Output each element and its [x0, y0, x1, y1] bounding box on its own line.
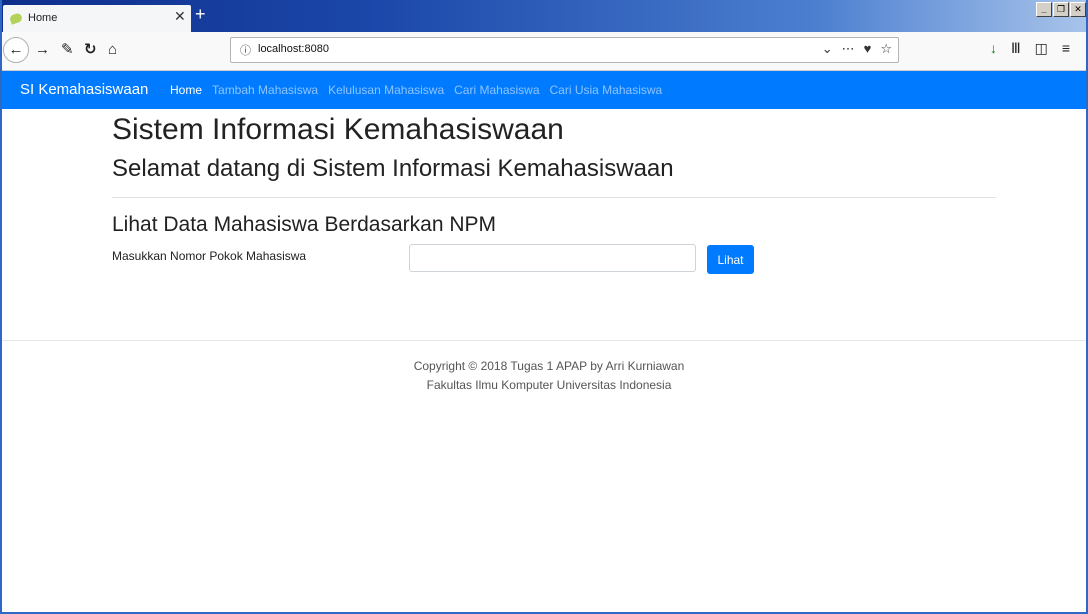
info-icon[interactable]: ⓘ [240, 42, 251, 58]
footer: Copyright © 2018 Tugas 1 APAP by Arri Ku… [2, 357, 1088, 395]
close-tab-icon[interactable]: ✕ [174, 8, 186, 25]
footer-divider [2, 340, 1086, 341]
nav-link-tambah-mahasiswa[interactable]: Tambah Mahasiswa [212, 83, 318, 97]
site-navbar: SI Kemahasiswaan Home Tambah Mahasiswa K… [2, 71, 1086, 109]
footer-copyright: Copyright © 2018 Tugas 1 APAP by Arri Ku… [413, 359, 685, 373]
page-title: Sistem Informasi Kemahasiswaan [112, 113, 564, 146]
nav-link-kelulusan-mahasiswa[interactable]: Kelulusan Mahasiswa [328, 83, 444, 97]
url-text[interactable]: localhost:8080 [258, 43, 329, 55]
new-tab-icon[interactable]: + [195, 4, 206, 25]
browser-toolbar: ← → ✎ ↻ ⌂ ⓘ localhost:8080 ⌄ ⋯ ♥ ☆ ↓ Ⅲ ◫… [2, 32, 1086, 71]
url-actions: ⌄ ⋯ ♥ ☆ [822, 41, 892, 57]
nav-link-cari-mahasiswa[interactable]: Cari Mahasiswa [454, 83, 539, 97]
wrench-icon[interactable]: ✎ [61, 40, 74, 60]
library-icon[interactable]: Ⅲ [1011, 40, 1021, 57]
forward-arrow-icon[interactable]: → [35, 40, 50, 60]
footer-faculty: Fakultas Ilmu Komputer Universitas Indon… [426, 378, 672, 392]
window-controls: _ ❐ ✕ [1036, 2, 1086, 17]
nav-link-home[interactable]: Home [170, 83, 202, 97]
nav-link-cari-usia-mahasiswa[interactable]: Cari Usia Mahasiswa [550, 83, 663, 97]
restore-icon[interactable]: ❐ [1053, 2, 1069, 17]
url-bar[interactable]: ⓘ localhost:8080 ⌄ ⋯ ♥ ☆ [230, 37, 899, 63]
chevron-down-icon[interactable]: ⌄ [822, 41, 833, 57]
divider [112, 197, 996, 198]
navbar-brand[interactable]: SI Kemahasiswaan [20, 81, 148, 98]
home-icon[interactable]: ⌂ [108, 40, 117, 60]
npm-input[interactable] [409, 244, 696, 272]
nav-links: Home Tambah Mahasiswa Kelulusan Mahasisw… [170, 83, 662, 97]
window-frame-left [0, 0, 2, 614]
back-arrow-icon[interactable]: ← [3, 37, 29, 63]
page-subtitle: Selamat datang di Sistem Informasi Kemah… [112, 155, 674, 182]
close-window-icon[interactable]: ✕ [1070, 2, 1086, 17]
section-title: Lihat Data Mahasiswa Berdasarkan NPM [112, 213, 497, 236]
lihat-button[interactable]: Lihat [707, 245, 754, 274]
bookmark-star-icon[interactable]: ☆ [880, 41, 892, 57]
npm-label: Masukkan Nomor Pokok Mahasiswa [112, 249, 307, 263]
tab-strip: Home ✕ + _ ❐ ✕ [0, 0, 1088, 32]
pocket-icon[interactable]: ♥ [864, 41, 872, 57]
leaf-favicon-icon [8, 12, 24, 25]
tab-home[interactable]: Home ✕ [3, 5, 191, 32]
menu-icon[interactable]: ≡ [1062, 40, 1070, 57]
sidebar-icon[interactable]: ◫ [1035, 40, 1048, 57]
toolbar-tools: ↓ Ⅲ ◫ ≡ [990, 40, 1070, 57]
minimize-icon[interactable]: _ [1036, 2, 1052, 17]
download-icon[interactable]: ↓ [990, 40, 997, 57]
reload-icon[interactable]: ↻ [84, 40, 97, 60]
tab-title: Home [28, 12, 58, 24]
more-actions-icon[interactable]: ⋯ [842, 41, 855, 57]
